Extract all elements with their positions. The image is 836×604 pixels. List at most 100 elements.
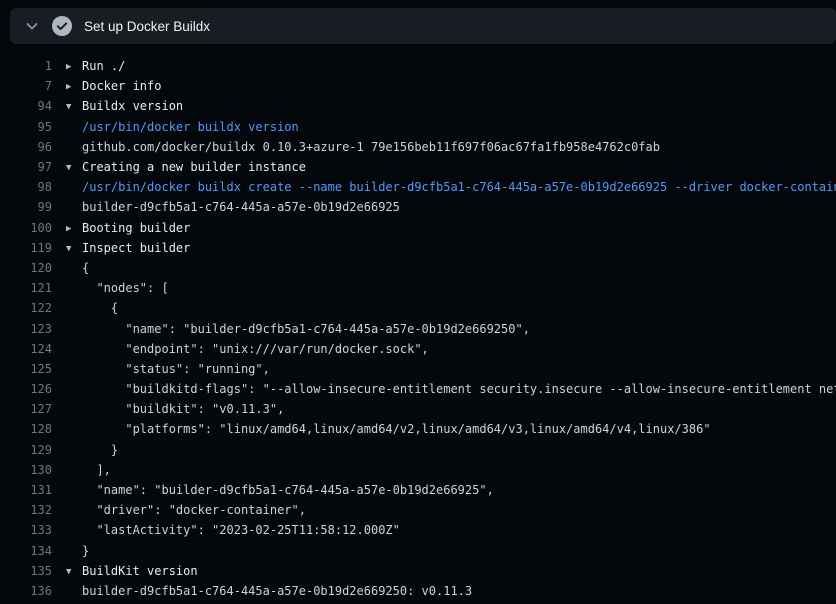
log-row: 120{ <box>0 258 836 278</box>
group-title: Run ./ <box>82 59 125 73</box>
output-text: "platforms": "linux/amd64,linux/amd64/v2… <box>52 422 836 436</box>
line-number[interactable]: 1 <box>0 59 52 73</box>
log-group-row: 7▶Docker info <box>0 76 836 96</box>
log-row: 128 "platforms": "linux/amd64,linux/amd6… <box>0 419 836 439</box>
output-text: "lastActivity": "2023-02-25T11:58:12.000… <box>52 523 836 537</box>
check-circle-icon <box>52 16 72 36</box>
line-number[interactable]: 128 <box>0 422 52 436</box>
log-group-row: 94▼Buildx version <box>0 96 836 116</box>
output-text: ], <box>52 463 836 477</box>
chevron-down-icon <box>24 18 40 34</box>
output-text: } <box>52 544 836 558</box>
line-number[interactable]: 122 <box>0 301 52 315</box>
group-title: BuildKit version <box>82 564 198 578</box>
line-number[interactable]: 97 <box>0 160 52 174</box>
line-number[interactable]: 100 <box>0 221 52 235</box>
group-header[interactable]: ▼Inspect builder <box>52 241 836 255</box>
step-header[interactable]: Set up Docker Buildx <box>10 8 836 44</box>
step-title: Set up Docker Buildx <box>84 19 210 34</box>
group-header[interactable]: ▼BuildKit version <box>52 564 836 578</box>
group-expanded-arrow-icon: ▼ <box>66 567 82 577</box>
line-number[interactable]: 99 <box>0 200 52 214</box>
output-text: "name": "builder-d9cfb5a1-c764-445a-a57e… <box>52 483 836 497</box>
log-group-row: 119▼Inspect builder <box>0 238 836 258</box>
line-number[interactable]: 129 <box>0 443 52 457</box>
group-header[interactable]: ▼Buildx version <box>52 99 836 113</box>
log-row: 126 "buildkitd-flags": "--allow-insecure… <box>0 379 836 399</box>
group-header[interactable]: ▶Run ./ <box>52 59 836 73</box>
line-number[interactable]: 133 <box>0 523 52 537</box>
line-number[interactable]: 127 <box>0 402 52 416</box>
log-row: 99builder-d9cfb5a1-c764-445a-a57e-0b19d2… <box>0 197 836 217</box>
log-row: 95/usr/bin/docker buildx version <box>0 117 836 137</box>
log-lines: 1▶Run ./7▶Docker info94▼Buildx version95… <box>0 44 836 604</box>
group-expanded-arrow-icon: ▼ <box>66 163 82 173</box>
output-text: "buildkitd-flags": "--allow-insecure-ent… <box>52 382 836 396</box>
log-row: 124 "endpoint": "unix:///var/run/docker.… <box>0 339 836 359</box>
output-text: } <box>52 443 836 457</box>
output-text: "nodes": [ <box>52 281 836 295</box>
group-header[interactable]: ▶Booting builder <box>52 221 836 235</box>
collapse-step-button[interactable] <box>20 14 44 38</box>
output-text: github.com/docker/buildx 0.10.3+azure-1 … <box>52 140 836 154</box>
log-row: 132 "driver": "docker-container", <box>0 500 836 520</box>
output-text: { <box>52 261 836 275</box>
line-number[interactable]: 126 <box>0 382 52 396</box>
line-number[interactable]: 132 <box>0 503 52 517</box>
log-row: 134} <box>0 541 836 561</box>
group-header[interactable]: ▼Creating a new builder instance <box>52 160 836 174</box>
line-number[interactable]: 125 <box>0 362 52 376</box>
group-title: Inspect builder <box>82 241 190 255</box>
log-row: 123 "name": "builder-d9cfb5a1-c764-445a-… <box>0 318 836 338</box>
output-text: builder-d9cfb5a1-c764-445a-a57e-0b19d2e6… <box>52 584 836 598</box>
log-row: 96github.com/docker/buildx 0.10.3+azure-… <box>0 137 836 157</box>
log-row: 122 { <box>0 298 836 318</box>
log-row: 131 "name": "builder-d9cfb5a1-c764-445a-… <box>0 480 836 500</box>
log-row: 129 } <box>0 440 836 460</box>
line-number[interactable]: 131 <box>0 483 52 497</box>
line-number[interactable]: 98 <box>0 180 52 194</box>
group-title: Buildx version <box>82 99 183 113</box>
actions-log-viewer: Set up Docker Buildx 1▶Run ./7▶Docker in… <box>0 0 836 604</box>
command-text: /usr/bin/docker buildx create --name bui… <box>52 180 836 194</box>
output-text: { <box>52 301 836 315</box>
line-number[interactable]: 136 <box>0 584 52 598</box>
group-title: Docker info <box>82 79 161 93</box>
line-number[interactable]: 134 <box>0 544 52 558</box>
group-title: Booting builder <box>82 221 190 235</box>
group-collapsed-arrow-icon: ▶ <box>66 82 82 92</box>
log-row: 121 "nodes": [ <box>0 278 836 298</box>
group-collapsed-arrow-icon: ▶ <box>66 224 82 234</box>
group-header[interactable]: ▶Docker info <box>52 79 836 93</box>
group-expanded-arrow-icon: ▼ <box>66 102 82 112</box>
line-number[interactable]: 120 <box>0 261 52 275</box>
output-text: builder-d9cfb5a1-c764-445a-a57e-0b19d2e6… <box>52 200 836 214</box>
line-number[interactable]: 135 <box>0 564 52 578</box>
log-row: 130 ], <box>0 460 836 480</box>
group-collapsed-arrow-icon: ▶ <box>66 62 82 72</box>
log-group-row: 97▼Creating a new builder instance <box>0 157 836 177</box>
log-group-row: 135▼BuildKit version <box>0 561 836 581</box>
log-row: 98/usr/bin/docker buildx create --name b… <box>0 177 836 197</box>
group-expanded-arrow-icon: ▼ <box>66 244 82 254</box>
log-group-row: 100▶Booting builder <box>0 218 836 238</box>
output-text: "buildkit": "v0.11.3", <box>52 402 836 416</box>
line-number[interactable]: 121 <box>0 281 52 295</box>
output-text: "status": "running", <box>52 362 836 376</box>
log-row: 136builder-d9cfb5a1-c764-445a-a57e-0b19d… <box>0 581 836 601</box>
line-number[interactable]: 96 <box>0 140 52 154</box>
line-number[interactable]: 7 <box>0 79 52 93</box>
line-number[interactable]: 130 <box>0 463 52 477</box>
output-text: "name": "builder-d9cfb5a1-c764-445a-a57e… <box>52 322 836 336</box>
line-number[interactable]: 119 <box>0 241 52 255</box>
line-number[interactable]: 95 <box>0 120 52 134</box>
line-number[interactable]: 94 <box>0 99 52 113</box>
command-text: /usr/bin/docker buildx version <box>52 120 836 134</box>
line-number[interactable]: 123 <box>0 322 52 336</box>
log-group-row: 1▶Run ./ <box>0 56 836 76</box>
line-number[interactable]: 124 <box>0 342 52 356</box>
log-row: 127 "buildkit": "v0.11.3", <box>0 399 836 419</box>
log-row: 125 "status": "running", <box>0 359 836 379</box>
group-title: Creating a new builder instance <box>82 160 306 174</box>
log-row: 133 "lastActivity": "2023-02-25T11:58:12… <box>0 520 836 540</box>
